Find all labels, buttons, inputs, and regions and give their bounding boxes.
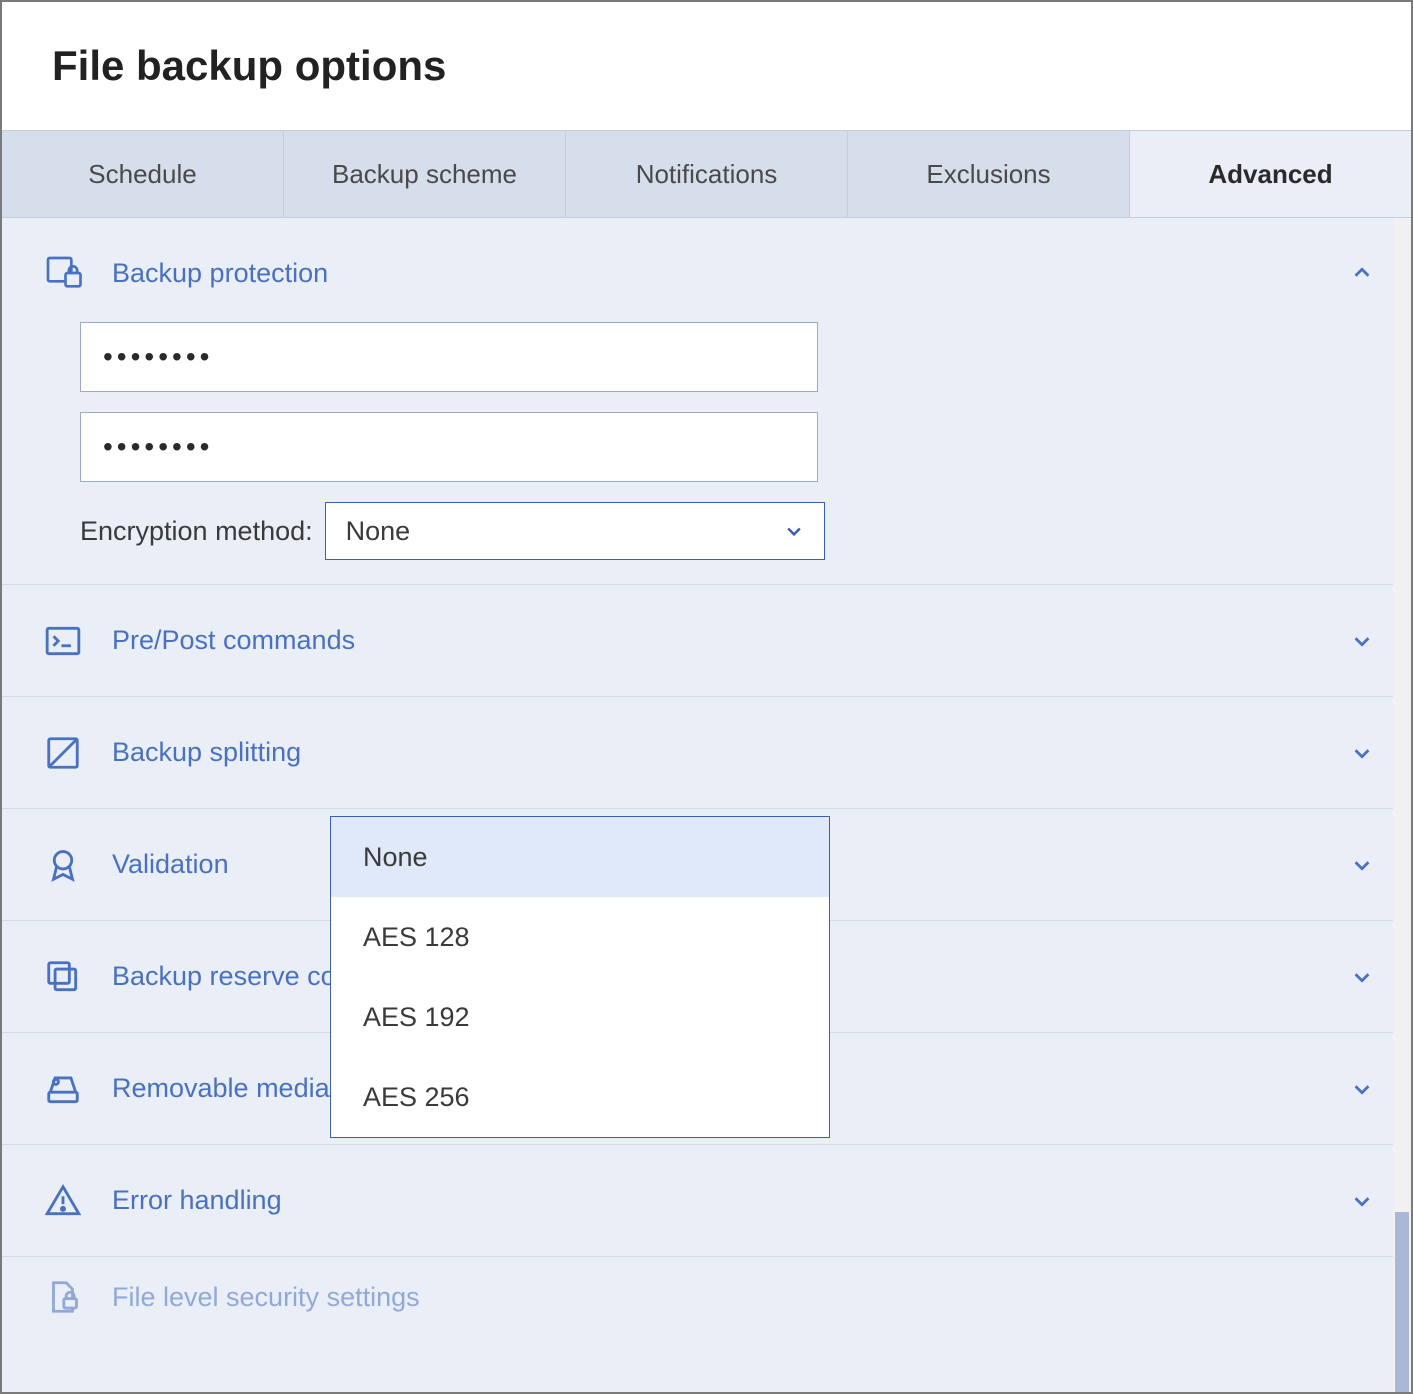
chevron-up-icon bbox=[1351, 262, 1373, 284]
option-label: AES 256 bbox=[363, 1082, 470, 1113]
chevron-down-icon bbox=[1351, 854, 1373, 876]
password-field[interactable]: •••••••• bbox=[80, 322, 818, 392]
tab-label: Advanced bbox=[1208, 159, 1332, 190]
section-title: Backup protection bbox=[112, 258, 1351, 289]
tab-label: Schedule bbox=[88, 159, 196, 190]
tab-bar: Schedule Backup scheme Notifications Exc… bbox=[2, 130, 1411, 218]
encryption-select[interactable]: None bbox=[325, 502, 825, 560]
section-file-level-security[interactable]: File level security settings bbox=[2, 1257, 1411, 1337]
tab-label: Backup scheme bbox=[332, 159, 517, 190]
confirm-password-field[interactable]: •••••••• bbox=[80, 412, 818, 482]
chevron-down-icon bbox=[1351, 1078, 1373, 1100]
dialog-header: File backup options bbox=[2, 2, 1411, 130]
encryption-option-none[interactable]: None bbox=[331, 817, 829, 897]
section-title: Backup splitting bbox=[112, 737, 1351, 768]
options-dialog: File backup options Schedule Backup sche… bbox=[0, 0, 1413, 1394]
terminal-icon bbox=[40, 618, 86, 664]
section-backup-splitting[interactable]: Backup splitting bbox=[2, 697, 1411, 809]
section-body-backup-protection: •••••••• •••••••• Encryption method: Non… bbox=[2, 312, 1411, 585]
encryption-label: Encryption method: bbox=[80, 516, 313, 547]
scrollbar-thumb[interactable] bbox=[1395, 1212, 1409, 1392]
content-pane: Backup protection •••••••• •••••••• Encr… bbox=[2, 218, 1411, 1392]
chevron-down-icon bbox=[1351, 1190, 1373, 1212]
encryption-dropdown[interactable]: None AES 128 AES 192 AES 256 bbox=[330, 816, 830, 1138]
tab-backup-scheme[interactable]: Backup scheme bbox=[284, 131, 566, 217]
shield-lock-icon bbox=[40, 250, 86, 296]
ribbon-icon bbox=[40, 842, 86, 888]
password-value: •••••••• bbox=[103, 341, 213, 373]
chevron-down-icon bbox=[1351, 966, 1373, 988]
chevron-down-icon bbox=[1351, 742, 1373, 764]
chevron-down-icon bbox=[784, 521, 804, 541]
drive-icon bbox=[40, 1066, 86, 1112]
confirm-password-value: •••••••• bbox=[103, 431, 213, 463]
section-title: Pre/Post commands bbox=[112, 625, 1351, 656]
tab-label: Exclusions bbox=[926, 159, 1050, 190]
encryption-option-aes256[interactable]: AES 256 bbox=[331, 1057, 829, 1137]
tab-advanced[interactable]: Advanced bbox=[1130, 131, 1411, 217]
tab-label: Notifications bbox=[636, 159, 778, 190]
encryption-row: Encryption method: None bbox=[80, 502, 1373, 560]
encryption-option-aes128[interactable]: AES 128 bbox=[331, 897, 829, 977]
tab-notifications[interactable]: Notifications bbox=[566, 131, 848, 217]
section-pre-post-commands[interactable]: Pre/Post commands bbox=[2, 585, 1411, 697]
option-label: AES 192 bbox=[363, 1002, 470, 1033]
copy-icon bbox=[40, 954, 86, 1000]
warning-icon bbox=[40, 1178, 86, 1224]
file-lock-icon bbox=[40, 1274, 86, 1320]
scrollbar[interactable] bbox=[1393, 218, 1411, 1392]
chevron-down-icon bbox=[1351, 630, 1373, 652]
section-title: Error handling bbox=[112, 1185, 1351, 1216]
option-label: None bbox=[363, 842, 428, 873]
page-title: File backup options bbox=[52, 42, 1361, 90]
section-title: File level security settings bbox=[112, 1282, 1373, 1313]
section-error-handling[interactable]: Error handling bbox=[2, 1145, 1411, 1257]
section-backup-protection[interactable]: Backup protection bbox=[2, 218, 1411, 312]
tab-exclusions[interactable]: Exclusions bbox=[848, 131, 1130, 217]
encryption-selected-value: None bbox=[346, 516, 411, 547]
option-label: AES 128 bbox=[363, 922, 470, 953]
tab-schedule[interactable]: Schedule bbox=[2, 131, 284, 217]
split-icon bbox=[40, 730, 86, 776]
encryption-option-aes192[interactable]: AES 192 bbox=[331, 977, 829, 1057]
